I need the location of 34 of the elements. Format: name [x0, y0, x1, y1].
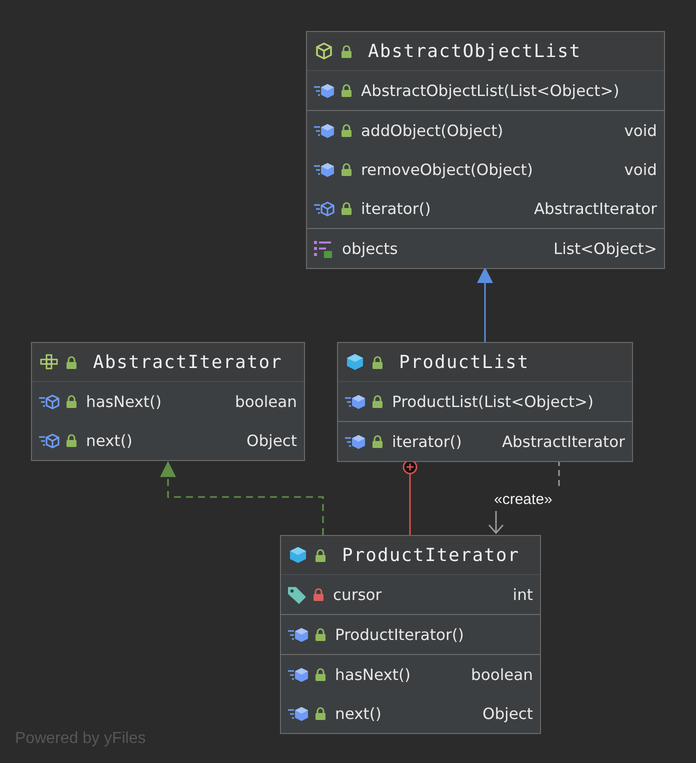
- member-type: void: [624, 122, 657, 140]
- class-name: AbstractObjectList: [368, 40, 582, 62]
- member-type: int: [512, 586, 533, 604]
- member-name: ProductIterator(): [335, 626, 464, 644]
- edge-label: «create»: [494, 491, 552, 508]
- cube-icon: [289, 546, 307, 564]
- member-name: addObject(Object): [361, 122, 504, 140]
- member-name: iterator(): [392, 432, 462, 450]
- cube-icon: [315, 42, 333, 60]
- tag-icon: [287, 586, 307, 604]
- class-name: ProductList: [399, 352, 530, 372]
- member-type: List<Object>: [553, 240, 657, 258]
- class-name: AbstractIterator: [93, 352, 282, 372]
- cube-icon: [346, 353, 364, 371]
- member-type: void: [624, 160, 657, 178]
- member-name: hasNext(): [86, 392, 162, 410]
- member-type: AbstractIterator: [534, 200, 657, 218]
- class-name: ProductIterator: [342, 544, 520, 566]
- member-name: hasNext(): [335, 666, 411, 684]
- member-name: objects: [342, 240, 398, 258]
- property-icon: [313, 240, 333, 258]
- member-name: removeObject(Object): [361, 160, 533, 178]
- member-name: iterator(): [361, 200, 431, 218]
- member-type: boolean: [471, 666, 533, 684]
- member-type: Object: [246, 432, 297, 450]
- member-name: ProductList(List<Object>): [392, 392, 594, 410]
- grid-icon: [40, 354, 58, 370]
- member-name: next(): [335, 704, 382, 722]
- member-type: AbstractIterator: [502, 432, 625, 450]
- member-type: boolean: [235, 392, 297, 410]
- member-name: next(): [86, 432, 132, 450]
- member-name: AbstractObjectList(List<Object>): [361, 82, 620, 100]
- member-name: cursor: [333, 586, 382, 604]
- member-type: Object: [482, 704, 533, 722]
